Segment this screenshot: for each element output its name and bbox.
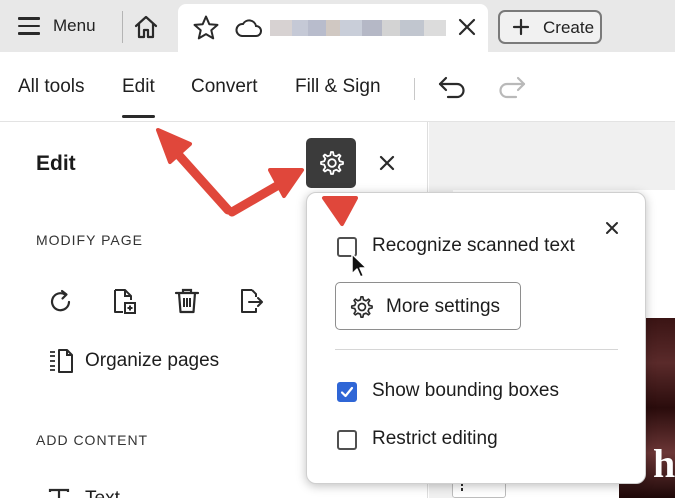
close-popup-icon[interactable] xyxy=(603,219,621,237)
home-icon[interactable] xyxy=(132,13,160,41)
modify-page-heading: MODIFY PAGE xyxy=(36,232,143,248)
document-image-glyph: h xyxy=(653,441,675,486)
tab-all-tools[interactable]: All tools xyxy=(18,76,85,98)
edit-settings-button[interactable] xyxy=(306,138,356,188)
show-bounding-boxes-checkbox[interactable] xyxy=(337,382,357,402)
toolbar-divider xyxy=(414,78,415,100)
document-tab[interactable] xyxy=(178,4,488,52)
text-tool-icon[interactable] xyxy=(48,488,70,498)
show-bounding-boxes-label: Show bounding boxes xyxy=(372,380,559,401)
redo-icon[interactable] xyxy=(496,74,528,100)
star-icon[interactable] xyxy=(192,14,220,42)
create-label: Create xyxy=(543,18,595,37)
edit-settings-popup: Recognize scanned text More settings Sho… xyxy=(306,192,646,484)
close-panel-icon[interactable] xyxy=(376,152,398,174)
plus-icon xyxy=(512,18,530,36)
topbar-divider xyxy=(122,11,123,43)
menu-button[interactable]: Menu xyxy=(0,0,118,52)
restrict-editing-checkbox[interactable] xyxy=(337,430,357,450)
gear-icon xyxy=(350,296,373,318)
more-settings-button[interactable]: More settings xyxy=(335,282,521,330)
organize-pages-icon[interactable] xyxy=(48,348,74,374)
more-settings-label: More settings xyxy=(386,296,501,317)
tools-toolbar: All tools Edit Convert Fill & Sign xyxy=(0,52,675,122)
browser-topbar: Menu Create xyxy=(0,0,675,52)
recognize-scanned-text-label: Recognize scanned text xyxy=(372,235,575,256)
hamburger-icon xyxy=(18,17,40,35)
popup-divider xyxy=(335,349,618,350)
restrict-editing-label: Restrict editing xyxy=(372,428,498,449)
tab-title-redacted xyxy=(270,20,446,36)
tab-edit[interactable]: Edit xyxy=(122,76,155,98)
delete-icon[interactable] xyxy=(173,287,201,315)
text-tool-label[interactable]: Text xyxy=(85,489,120,498)
checkmark-icon xyxy=(340,386,354,398)
create-button[interactable]: Create xyxy=(498,10,602,44)
insert-page-icon[interactable] xyxy=(110,287,138,315)
panel-title: Edit xyxy=(36,152,76,175)
menu-label: Menu xyxy=(53,16,96,35)
undo-icon[interactable] xyxy=(436,74,468,100)
extract-icon[interactable] xyxy=(237,287,265,315)
organize-pages-label[interactable]: Organize pages xyxy=(85,350,219,372)
add-content-heading: ADD CONTENT xyxy=(36,432,149,448)
close-tab-icon[interactable] xyxy=(454,14,480,40)
tab-convert[interactable]: Convert xyxy=(191,76,258,98)
mouse-cursor-icon xyxy=(351,253,368,278)
cloud-icon xyxy=(235,19,262,37)
rotate-icon[interactable] xyxy=(47,288,75,316)
gear-icon xyxy=(320,151,344,175)
tab-fill-sign[interactable]: Fill & Sign xyxy=(295,76,381,98)
active-tab-indicator xyxy=(122,115,155,118)
